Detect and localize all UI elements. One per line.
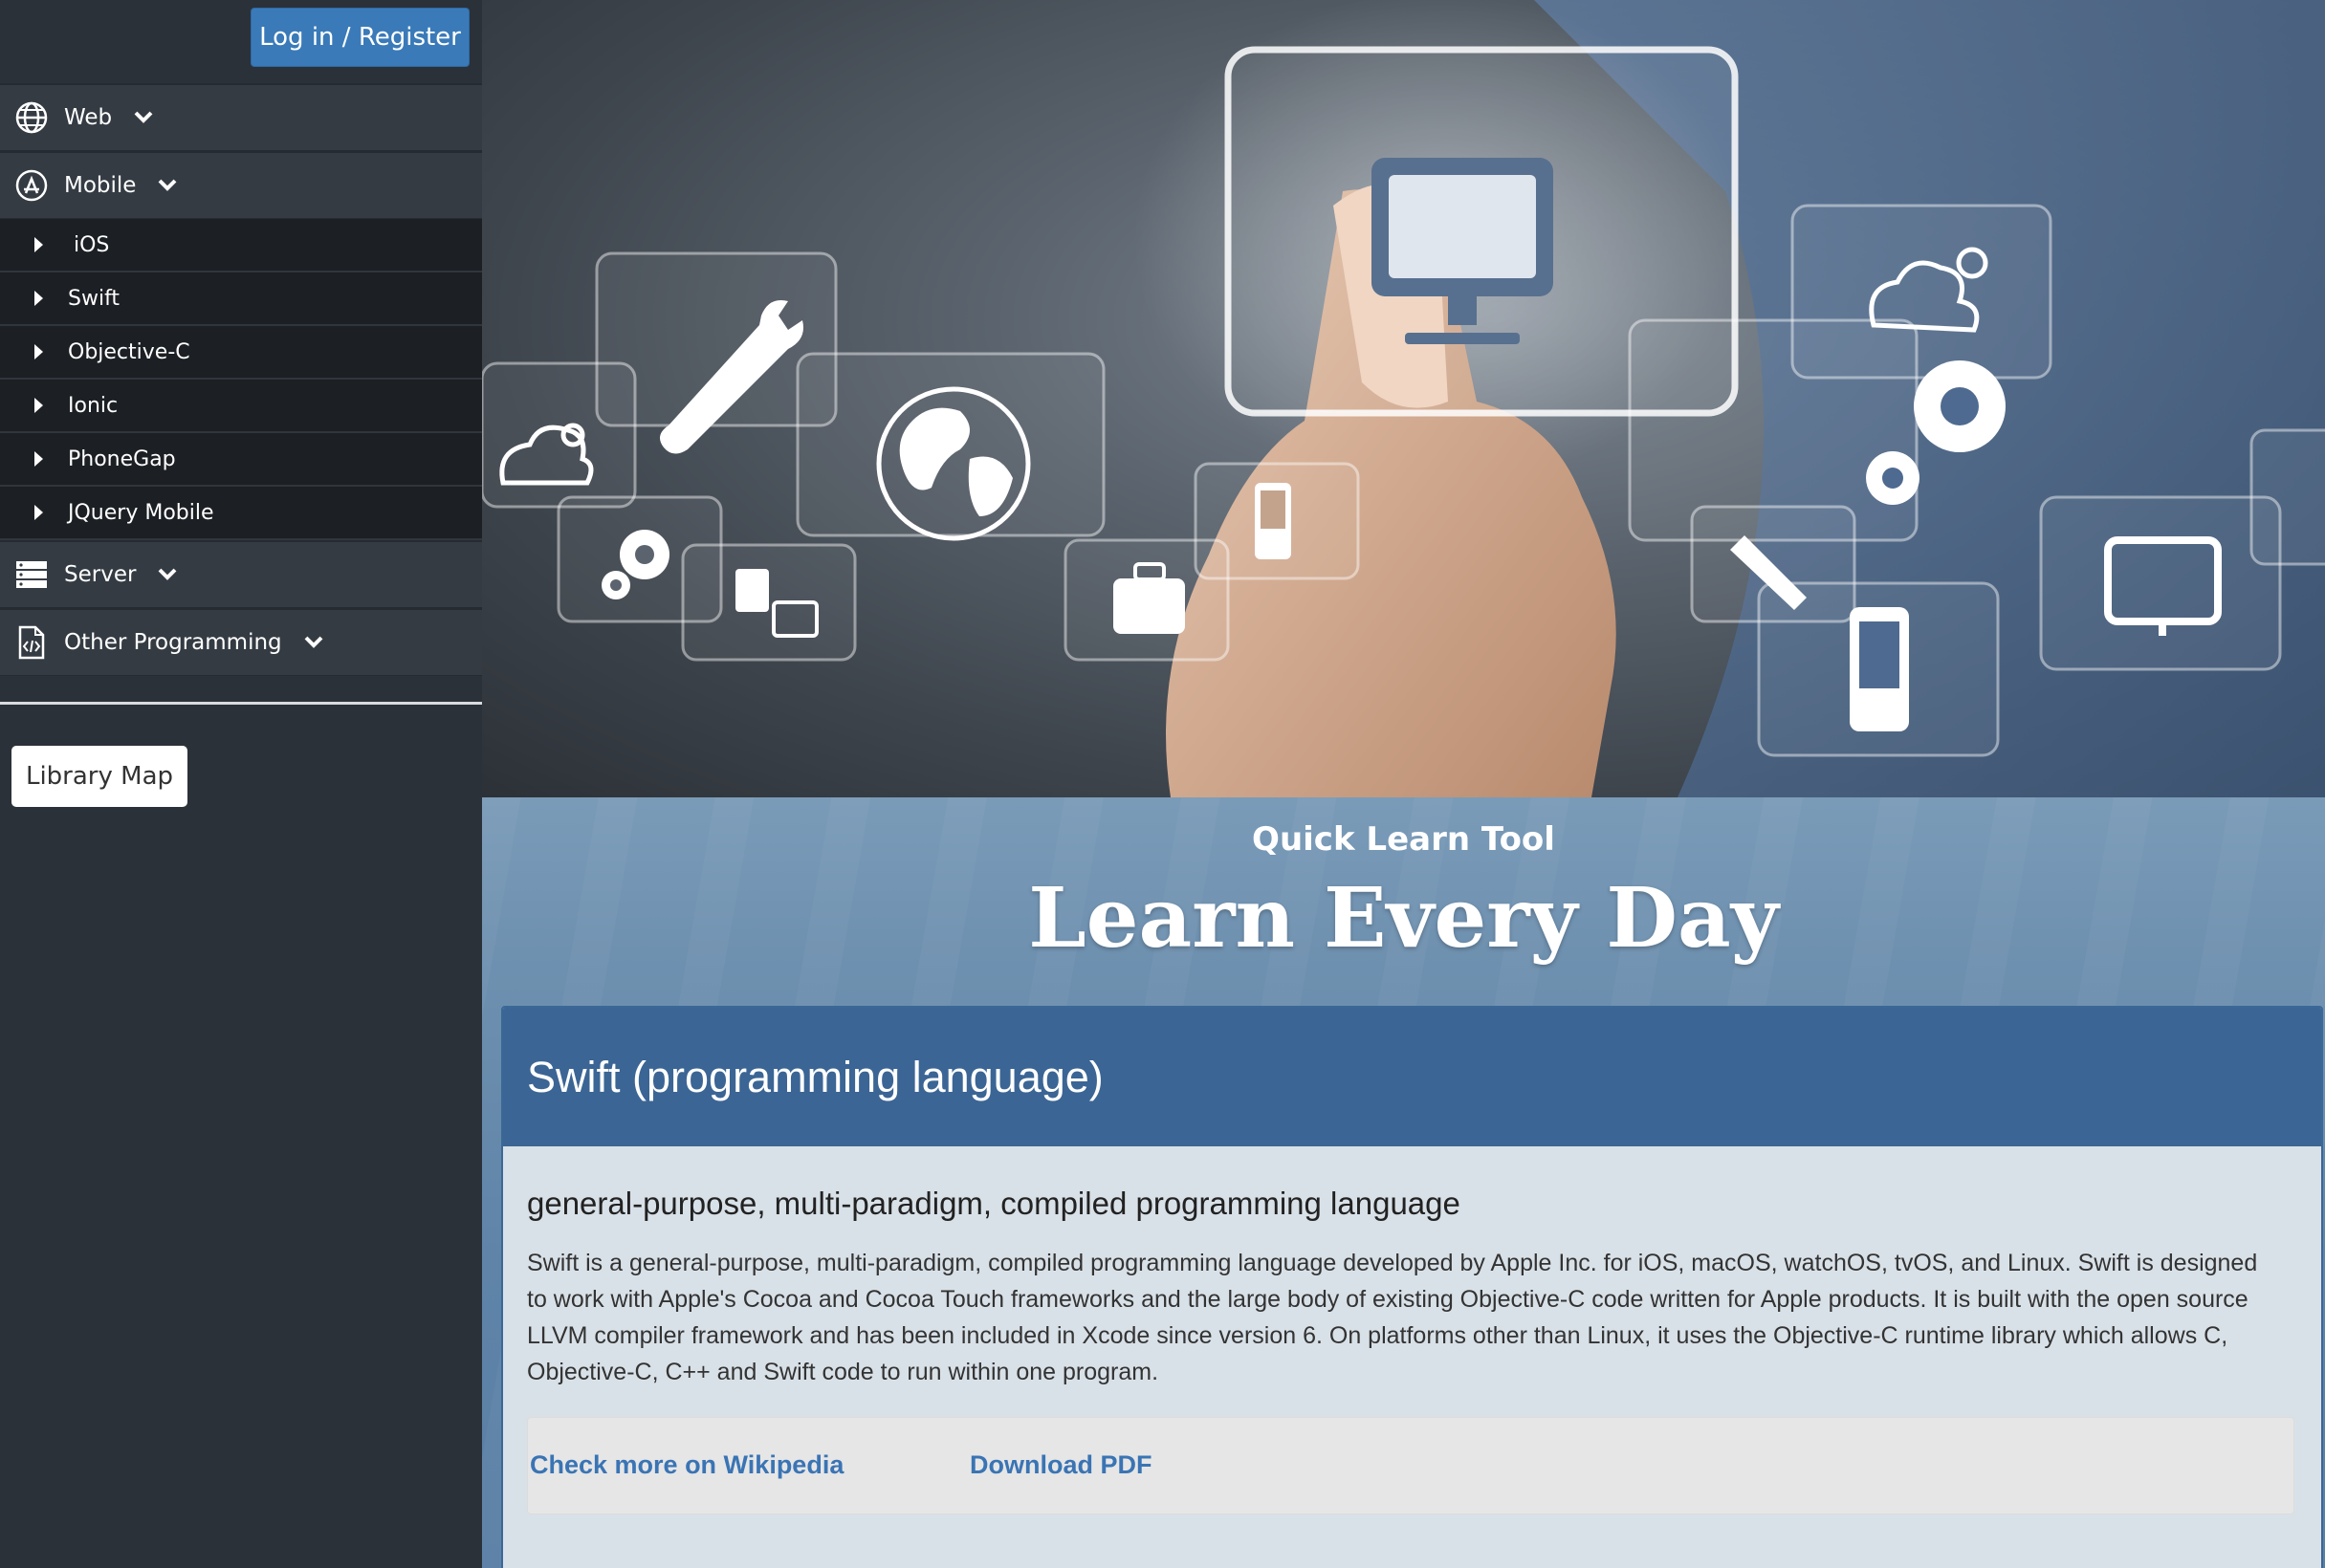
article-header: Swift (programming language) (503, 1008, 2321, 1146)
sidebar-item-ios[interactable]: iOS (0, 219, 482, 272)
nav-group-label: Other Programming (64, 630, 282, 655)
article-body: Swift is a general-purpose, multi-paradi… (527, 1250, 2258, 1385)
sidebar-divider (0, 702, 482, 705)
sidebar-item-phonegap[interactable]: PhoneGap (0, 433, 482, 487)
nav-group-label: Server (64, 562, 137, 587)
caret-right-icon (34, 398, 43, 413)
chevron-down-icon (133, 106, 156, 129)
article-panel: Swift (programming language) general-pur… (501, 1006, 2323, 1568)
chevron-down-icon (157, 563, 180, 586)
article-subtitle: general-purpose, multi-paradigm, compile… (527, 1186, 1460, 1221)
caret-right-icon (34, 344, 43, 359)
sidebar-item-objective-c[interactable]: Objective-C (0, 326, 482, 380)
caret-right-icon (34, 451, 43, 467)
nav-group-other-programming[interactable]: Other Programming (0, 608, 482, 676)
server-icon (14, 557, 49, 592)
nav-group-label: Mobile (64, 173, 137, 198)
hero-banner (482, 0, 2325, 797)
sidebar-item-label: JQuery Mobile (68, 500, 214, 525)
wikipedia-link[interactable]: Check more on Wikipedia (530, 1450, 844, 1480)
banner-kicker: Quick Learn Tool (1252, 820, 1555, 859)
sidebar-item-label: Ionic (68, 393, 119, 418)
sidebar-item-label: Objective-C (68, 339, 190, 364)
sidebar-item-jquery-mobile[interactable]: JQuery Mobile (0, 487, 482, 540)
sidebar-item-label: Swift (68, 286, 121, 311)
article-links-bar: Check more on Wikipedia Download PDF (527, 1417, 2294, 1514)
hero-illustration (482, 0, 2325, 797)
caret-right-icon (34, 237, 43, 252)
login-register-button[interactable]: Log in / Register (251, 8, 470, 67)
sidebar-item-label: iOS (74, 232, 110, 257)
article-title: Swift (programming language) (527, 1052, 1104, 1101)
phone-icon (1850, 607, 1909, 731)
nav-group-server[interactable]: Server (0, 540, 482, 608)
phone-icon (1255, 483, 1291, 559)
nav-group-web[interactable]: Web (0, 83, 482, 151)
chevron-down-icon (303, 631, 326, 654)
caret-right-icon (34, 291, 43, 306)
nav-group-mobile[interactable]: Mobile (0, 151, 482, 219)
sidebar-item-label: PhoneGap (68, 446, 176, 471)
banner-headline: Learn Every Day (1028, 870, 1779, 967)
sidebar-item-swift[interactable]: Swift (0, 272, 482, 326)
caret-right-icon (34, 505, 43, 520)
library-map-button[interactable]: Library Map (11, 746, 187, 807)
globe-icon (14, 100, 49, 135)
chevron-down-icon (157, 174, 180, 197)
code-file-icon (14, 625, 49, 660)
app-store-icon (14, 168, 49, 203)
sidebar-item-ionic[interactable]: Ionic (0, 380, 482, 433)
nav-group-label: Web (64, 105, 113, 130)
download-pdf-link[interactable]: Download PDF (970, 1450, 1152, 1480)
sidebar-header: Log in / Register (0, 0, 482, 83)
content-area: Quick Learn Tool Learn Every Day Swift (… (482, 797, 2325, 1568)
sidebar: Log in / Register Web Mobile iOS Swift O… (0, 0, 482, 1568)
